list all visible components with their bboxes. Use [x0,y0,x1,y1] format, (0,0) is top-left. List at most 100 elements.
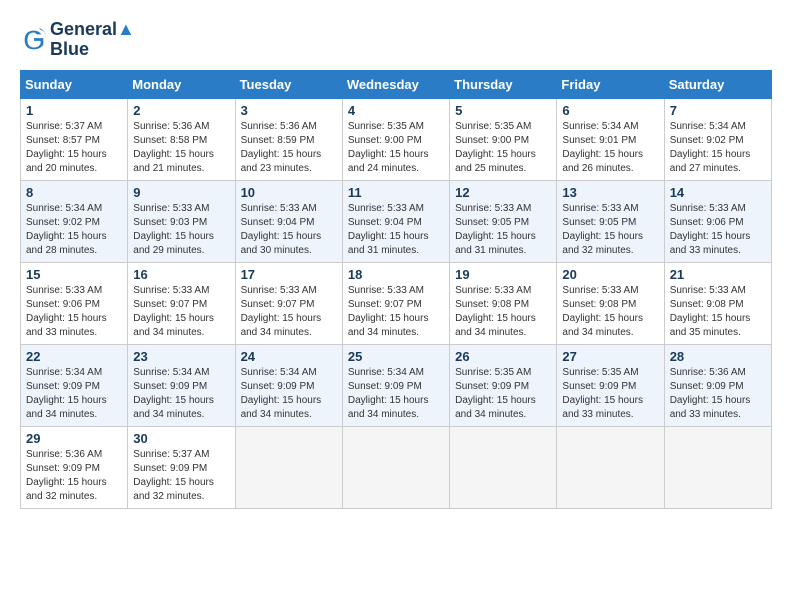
calendar-cell: 18 Sunrise: 5:33 AMSunset: 9:07 PMDayligh… [342,262,449,344]
col-header-monday: Monday [128,70,235,98]
calendar-cell: 9 Sunrise: 5:33 AMSunset: 9:03 PMDaylight… [128,180,235,262]
day-number: 15 [26,267,122,282]
day-number: 23 [133,349,229,364]
day-info: Sunrise: 5:35 AMSunset: 9:00 PMDaylight:… [348,120,444,176]
day-number: 5 [455,103,551,118]
day-info: Sunrise: 5:33 AMSunset: 9:05 PMDaylight:… [455,202,551,258]
day-number: 29 [26,431,122,446]
col-header-wednesday: Wednesday [342,70,449,98]
calendar-cell: 8 Sunrise: 5:34 AMSunset: 9:02 PMDaylight… [21,180,128,262]
day-info: Sunrise: 5:34 AMSunset: 9:02 PMDaylight:… [26,202,122,258]
calendar-cell: 17 Sunrise: 5:33 AMSunset: 9:07 PMDayligh… [235,262,342,344]
col-header-thursday: Thursday [450,70,557,98]
day-info: Sunrise: 5:34 AMSunset: 9:02 PMDaylight:… [670,120,766,176]
day-number: 24 [241,349,337,364]
calendar-cell [450,426,557,508]
calendar-cell: 28Sunrise: 5:36 AMSunset: 9:09 PMDayligh… [664,344,771,426]
day-info: Sunrise: 5:36 AMSunset: 8:59 PMDaylight:… [241,120,337,176]
day-info: Sunrise: 5:35 AMSunset: 9:00 PMDaylight:… [455,120,551,176]
day-info: Sunrise: 5:34 AMSunset: 9:09 PMDaylight:… [241,366,337,422]
calendar-cell: 2Sunrise: 5:36 AMSunset: 8:58 PMDaylight… [128,98,235,180]
day-info: Sunrise: 5:34 AMSunset: 9:09 PMDaylight:… [348,366,444,422]
day-info: Sunrise: 5:35 AMSunset: 9:09 PMDaylight:… [455,366,551,422]
calendar-cell: 15 Sunrise: 5:33 AMSunset: 9:06 PMDayligh… [21,262,128,344]
day-info: Sunrise: 5:34 AMSunset: 9:09 PMDaylight:… [26,366,122,422]
day-number: 13 [562,185,658,200]
col-header-tuesday: Tuesday [235,70,342,98]
day-number: 9 [133,185,229,200]
day-number: 30 [133,431,229,446]
calendar-cell: 1 Sunrise: 5:37 AMSunset: 8:57 PMDaylight… [21,98,128,180]
day-number: 16 [133,267,229,282]
day-number: 20 [562,267,658,282]
day-number: 27 [562,349,658,364]
col-header-saturday: Saturday [664,70,771,98]
day-info: Sunrise: 5:33 AMSunset: 9:08 PMDaylight:… [455,284,551,340]
calendar-cell [342,426,449,508]
day-info: Sunrise: 5:37 AMSunset: 9:09 PMDaylight:… [133,448,229,504]
day-number: 7 [670,103,766,118]
col-header-sunday: Sunday [21,70,128,98]
day-number: 3 [241,103,337,118]
calendar-cell: 22 Sunrise: 5:34 AMSunset: 9:09 PMDayligh… [21,344,128,426]
day-number: 6 [562,103,658,118]
calendar-cell: 27 Sunrise: 5:35 AMSunset: 9:09 PMDayligh… [557,344,664,426]
day-number: 11 [348,185,444,200]
day-info: Sunrise: 5:33 AMSunset: 9:04 PMDaylight:… [348,202,444,258]
day-number: 18 [348,267,444,282]
calendar-cell: 13 Sunrise: 5:33 AMSunset: 9:05 PMDayligh… [557,180,664,262]
calendar-cell: 12 Sunrise: 5:33 AMSunset: 9:05 PMDayligh… [450,180,557,262]
day-info: Sunrise: 5:33 AMSunset: 9:04 PMDaylight:… [241,202,337,258]
calendar-cell: 21 Sunrise: 5:33 AMSunset: 9:08 PMDayligh… [664,262,771,344]
day-number: 22 [26,349,122,364]
calendar-cell: 16 Sunrise: 5:33 AMSunset: 9:07 PMDayligh… [128,262,235,344]
calendar-cell: 23 Sunrise: 5:34 AMSunset: 9:09 PMDayligh… [128,344,235,426]
calendar-cell: 3 Sunrise: 5:36 AMSunset: 8:59 PMDaylight… [235,98,342,180]
day-number: 26 [455,349,551,364]
calendar-cell: 25 Sunrise: 5:34 AMSunset: 9:09 PMDayligh… [342,344,449,426]
logo-text: General▲ Blue [50,20,135,60]
day-info: Sunrise: 5:33 AMSunset: 9:03 PMDaylight:… [133,202,229,258]
day-number: 4 [348,103,444,118]
calendar-cell: 14 Sunrise: 5:33 AMSunset: 9:06 PMDayligh… [664,180,771,262]
day-number: 1 [26,103,122,118]
day-number: 17 [241,267,337,282]
calendar-cell: 29 Sunrise: 5:36 AMSunset: 9:09 PMDayligh… [21,426,128,508]
calendar-table: SundayMondayTuesdayWednesdayThursdayFrid… [20,70,772,509]
day-info: Sunrise: 5:35 AMSunset: 9:09 PMDaylight:… [562,366,658,422]
day-info: Sunrise: 5:33 AMSunset: 9:06 PMDaylight:… [26,284,122,340]
col-header-friday: Friday [557,70,664,98]
day-info: Sunrise: 5:36 AMSunset: 9:09 PMDaylight:… [26,448,122,504]
day-info: Sunrise: 5:34 AMSunset: 9:01 PMDaylight:… [562,120,658,176]
calendar-cell [235,426,342,508]
calendar-cell: 4 Sunrise: 5:35 AMSunset: 9:00 PMDaylight… [342,98,449,180]
day-info: Sunrise: 5:33 AMSunset: 9:07 PMDaylight:… [348,284,444,340]
day-number: 25 [348,349,444,364]
day-number: 8 [26,185,122,200]
day-info: Sunrise: 5:33 AMSunset: 9:07 PMDaylight:… [133,284,229,340]
calendar-cell [557,426,664,508]
calendar-cell: 19 Sunrise: 5:33 AMSunset: 9:08 PMDayligh… [450,262,557,344]
calendar-cell: 6 Sunrise: 5:34 AMSunset: 9:01 PMDaylight… [557,98,664,180]
day-info: Sunrise: 5:33 AMSunset: 9:08 PMDaylight:… [670,284,766,340]
day-info: Sunrise: 5:37 AMSunset: 8:57 PMDaylight:… [26,120,122,176]
calendar-cell: 11 Sunrise: 5:33 AMSunset: 9:04 PMDayligh… [342,180,449,262]
calendar-cell: 20 Sunrise: 5:33 AMSunset: 9:08 PMDayligh… [557,262,664,344]
day-number: 21 [670,267,766,282]
calendar-cell: 30 Sunrise: 5:37 AMSunset: 9:09 PMDayligh… [128,426,235,508]
day-info: Sunrise: 5:33 AMSunset: 9:08 PMDaylight:… [562,284,658,340]
day-number: 14 [670,185,766,200]
day-info: Sunrise: 5:33 AMSunset: 9:06 PMDaylight:… [670,202,766,258]
day-number: 12 [455,185,551,200]
day-number: 10 [241,185,337,200]
day-info: Sunrise: 5:34 AMSunset: 9:09 PMDaylight:… [133,366,229,422]
logo: General▲ Blue [20,20,135,60]
header: General▲ Blue [20,20,772,60]
day-info: Sunrise: 5:33 AMSunset: 9:05 PMDaylight:… [562,202,658,258]
day-info: Sunrise: 5:33 AMSunset: 9:07 PMDaylight:… [241,284,337,340]
calendar-cell: 5 Sunrise: 5:35 AMSunset: 9:00 PMDaylight… [450,98,557,180]
day-number: 19 [455,267,551,282]
calendar-cell: 10 Sunrise: 5:33 AMSunset: 9:04 PMDayligh… [235,180,342,262]
calendar-cell [664,426,771,508]
day-info: Sunrise: 5:36 AMSunset: 8:58 PMDaylight:… [133,120,229,176]
